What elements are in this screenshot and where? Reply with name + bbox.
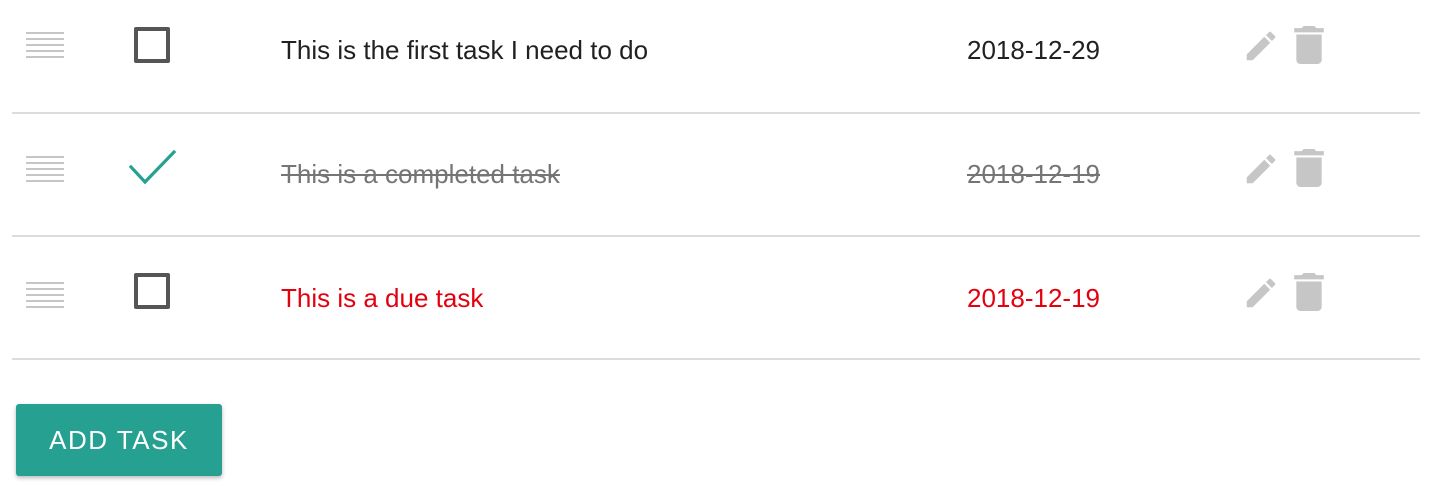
drag-handle-icon[interactable] [26,282,64,308]
trash-icon[interactable] [1294,149,1324,187]
checkmark-icon[interactable] [128,149,178,189]
task-due-date: 2018-12-19 [967,159,1100,189]
add-task-button[interactable]: ADD TASK [16,404,222,476]
task-title: This is the first task I need to do [281,35,649,65]
pencil-icon[interactable] [1242,27,1280,65]
task-due-date: 2018-12-19 [967,283,1100,313]
task-row: This is a completed task 2018-12-19 [12,114,1420,237]
drag-handle-icon[interactable] [26,156,64,182]
task-checkbox[interactable] [134,273,170,309]
trash-icon[interactable] [1294,273,1324,311]
task-row: This is the first task I need to do 2018… [12,0,1420,114]
task-list: This is the first task I need to do 2018… [12,0,1420,360]
task-title: This is a completed task [281,159,560,189]
drag-handle-icon[interactable] [26,32,64,58]
task-title: This is a due task [281,283,484,313]
task-due-date: 2018-12-29 [967,35,1100,65]
pencil-icon[interactable] [1242,150,1280,188]
pencil-icon[interactable] [1242,274,1280,312]
task-row: This is a due task 2018-12-19 [12,237,1420,360]
trash-icon[interactable] [1294,26,1324,64]
task-checkbox[interactable] [134,27,170,63]
